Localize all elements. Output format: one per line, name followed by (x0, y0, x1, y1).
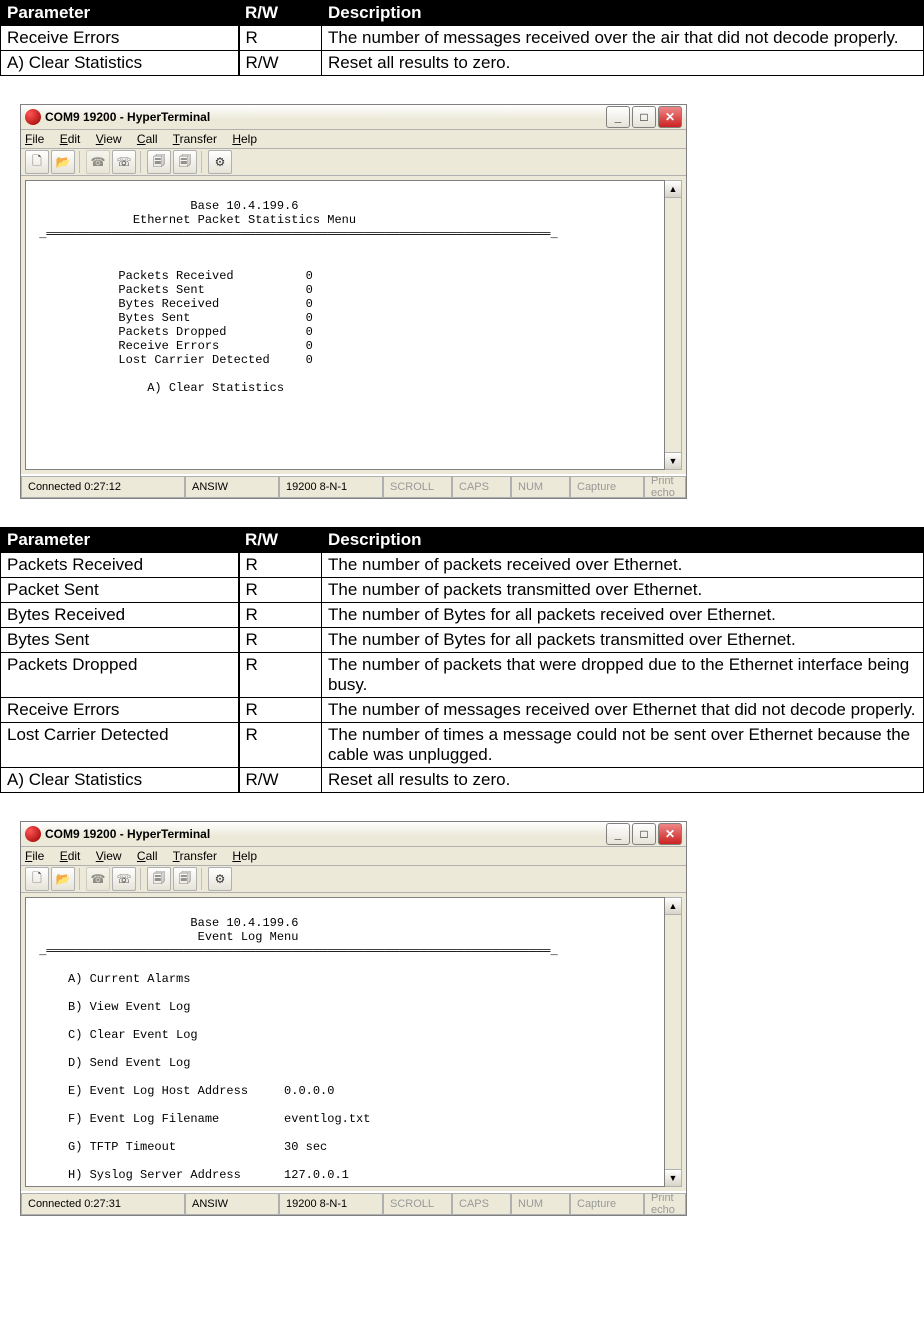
new-icon[interactable]: 🗋 (25, 150, 49, 174)
menubar: File Edit View Call Transfer Help (21, 130, 686, 149)
status-printecho: Print echo (644, 476, 686, 498)
scrollbar[interactable]: ▲ ▼ (665, 180, 682, 470)
send-icon[interactable]: 🗐 (147, 150, 171, 174)
window-title: COM9 19200 - HyperTerminal (45, 110, 606, 124)
terminal-area[interactable]: Base 10.4.199.6 Ethernet Packet Statisti… (25, 180, 665, 470)
app-icon (25, 109, 41, 125)
titlebar: COM9 19200 - HyperTerminal _ □ ✕ (21, 105, 686, 130)
table-row: Packets DroppedRThe number of packets th… (1, 653, 924, 698)
hyperterminal-window-2: COM9 19200 - HyperTerminal _ □ ✕ File Ed… (20, 821, 687, 1216)
menu-view[interactable]: View (96, 849, 122, 863)
minimize-button[interactable]: _ (606, 106, 630, 128)
menu-view[interactable]: View (96, 132, 122, 146)
table-row: Packets ReceivedRThe number of packets r… (1, 553, 924, 578)
status-num: NUM (511, 476, 570, 498)
status-connected: Connected 0:27:12 (21, 476, 185, 498)
menu-call[interactable]: Call (137, 849, 158, 863)
menu-help[interactable]: Help (232, 849, 257, 863)
col-description: Description (322, 1, 924, 26)
table-row: Packet SentRThe number of packets transm… (1, 578, 924, 603)
status-emulation: ANSIW (185, 1193, 279, 1215)
menubar: File Edit View Call Transfer Help (21, 847, 686, 866)
toolbar: 🗋 📂 ☎ ☏ 🗐 🗐 ⚙ (21, 149, 686, 176)
menu-transfer[interactable]: Transfer (173, 132, 217, 146)
col-parameter: Parameter (1, 1, 239, 26)
app-icon (25, 826, 41, 842)
close-button[interactable]: ✕ (658, 106, 682, 128)
menu-file[interactable]: File (25, 132, 44, 146)
close-button[interactable]: ✕ (658, 823, 682, 845)
status-scroll: SCROLL (383, 1193, 452, 1215)
table-row: Bytes ReceivedRThe number of Bytes for a… (1, 603, 924, 628)
status-scroll: SCROLL (383, 476, 452, 498)
minimize-button[interactable]: _ (606, 823, 630, 845)
table-row: A) Clear StatisticsR/WReset all results … (1, 768, 924, 793)
new-icon[interactable]: 🗋 (25, 867, 49, 891)
table-header-row: Parameter R/W Description (1, 1, 924, 26)
status-emulation: ANSIW (185, 476, 279, 498)
open-icon[interactable]: 📂 (51, 867, 75, 891)
table-row: Receive ErrorsRThe number of messages re… (1, 26, 924, 51)
menu-transfer[interactable]: Transfer (173, 849, 217, 863)
menu-file[interactable]: File (25, 849, 44, 863)
toolbar: 🗋 📂 ☎ ☏ 🗐 🗐 ⚙ (21, 866, 686, 893)
statusbar: Connected 0:27:12 ANSIW 19200 8-N-1 SCRO… (21, 474, 686, 498)
status-capture: Capture (570, 476, 644, 498)
menu-help[interactable]: Help (232, 132, 257, 146)
disconnect-icon[interactable]: ☏ (112, 150, 136, 174)
receive-icon[interactable]: 🗐 (173, 867, 197, 891)
col-description: Description (322, 528, 924, 553)
status-capture: Capture (570, 1193, 644, 1215)
status-num: NUM (511, 1193, 570, 1215)
properties-icon[interactable]: ⚙ (208, 867, 232, 891)
hyperterminal-window-1: COM9 19200 - HyperTerminal _ □ ✕ File Ed… (20, 104, 687, 499)
call-icon[interactable]: ☎ (86, 867, 110, 891)
terminal-area[interactable]: Base 10.4.199.6 Event Log Menu _════════… (25, 897, 665, 1187)
menu-call[interactable]: Call (137, 132, 158, 146)
disconnect-icon[interactable]: ☏ (112, 867, 136, 891)
receive-icon[interactable]: 🗐 (173, 150, 197, 174)
menu-edit[interactable]: Edit (60, 849, 81, 863)
status-connected: Connected 0:27:31 (21, 1193, 185, 1215)
titlebar: COM9 19200 - HyperTerminal _ □ ✕ (21, 822, 686, 847)
scroll-up-icon[interactable]: ▲ (665, 898, 681, 915)
scroll-down-icon[interactable]: ▼ (665, 452, 681, 469)
status-protocol: 19200 8-N-1 (279, 476, 383, 498)
table-row: Bytes SentRThe number of Bytes for all p… (1, 628, 924, 653)
status-caps: CAPS (452, 1193, 511, 1215)
col-rw: R/W (239, 528, 322, 553)
maximize-button[interactable]: □ (632, 823, 656, 845)
table-row: Receive ErrorsRThe number of messages re… (1, 698, 924, 723)
col-parameter: Parameter (1, 528, 239, 553)
table-header-row: Parameter R/W Description (1, 528, 924, 553)
window-title: COM9 19200 - HyperTerminal (45, 827, 606, 841)
scroll-up-icon[interactable]: ▲ (665, 181, 681, 198)
status-protocol: 19200 8-N-1 (279, 1193, 383, 1215)
statusbar: Connected 0:27:31 ANSIW 19200 8-N-1 SCRO… (21, 1191, 686, 1215)
properties-icon[interactable]: ⚙ (208, 150, 232, 174)
col-rw: R/W (239, 1, 322, 26)
call-icon[interactable]: ☎ (86, 150, 110, 174)
table-row: Lost Carrier DetectedRThe number of time… (1, 723, 924, 768)
scroll-down-icon[interactable]: ▼ (665, 1169, 681, 1186)
status-caps: CAPS (452, 476, 511, 498)
open-icon[interactable]: 📂 (51, 150, 75, 174)
parameter-table-2: Parameter R/W Description Packets Receiv… (0, 527, 924, 793)
parameter-table-1: Parameter R/W Description Receive Errors… (0, 0, 924, 76)
status-printecho: Print echo (644, 1193, 686, 1215)
scrollbar[interactable]: ▲ ▼ (665, 897, 682, 1187)
send-icon[interactable]: 🗐 (147, 867, 171, 891)
menu-edit[interactable]: Edit (60, 132, 81, 146)
maximize-button[interactable]: □ (632, 106, 656, 128)
table-row: A) Clear StatisticsR/WReset all results … (1, 51, 924, 76)
